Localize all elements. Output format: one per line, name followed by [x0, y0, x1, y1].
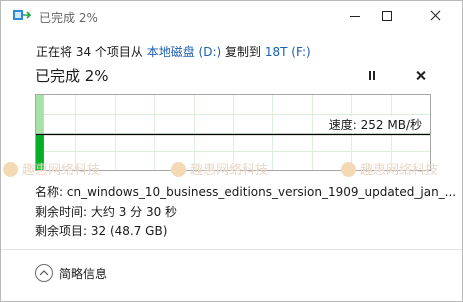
time-remaining-row: 剩余时间: 大约 3 分 30 秒 [35, 203, 177, 220]
watermark: 趣惠网络科技 [341, 159, 438, 178]
items-value: 32 (48.7 GB) [90, 224, 168, 238]
copy-progress-dialog: 已完成 2% 正在将 34 个项目从 本地磁盘 (D:) 复制到 18T (F:… [0, 0, 463, 302]
chevron-up-icon [35, 264, 53, 282]
progress-title: 已完成 2% [35, 67, 109, 85]
watermark: 趣惠网络科技 [171, 159, 268, 178]
speed-label: 速度: 252 MB/秒 [326, 116, 424, 133]
pause-icon[interactable] [364, 67, 380, 85]
less-details-label: 简略信息 [59, 267, 108, 281]
minimize-button[interactable] [341, 3, 369, 29]
close-icon[interactable] [412, 67, 430, 85]
title-bar: 已完成 2% [1, 1, 462, 31]
items-label: 剩余项目: [35, 224, 88, 238]
operation-middle: 复制到 [225, 45, 262, 59]
window-title: 已完成 2% [39, 11, 98, 25]
items-remaining-row: 剩余项目: 32 (48.7 GB) [35, 222, 167, 239]
operation-description: 正在将 34 个项目从 本地磁盘 (D:) 复制到 18T (F:) [36, 43, 311, 60]
divider [1, 249, 462, 250]
watermark-strip: 趣惠网络科技 趣惠网络科技 趣惠网络科技 [1, 159, 462, 185]
operation-prefix: 正在将 34 个项目从 [36, 45, 143, 59]
close-window-button[interactable] [422, 3, 450, 29]
time-label: 剩余时间: [35, 205, 88, 219]
destination-link[interactable]: 18T (F:) [265, 45, 311, 59]
name-label: 名称: [35, 185, 64, 199]
time-value: 大约 3 分 30 秒 [90, 205, 178, 219]
name-value: cn_windows_10_business_editions_version_… [66, 185, 457, 199]
maximize-button[interactable] [373, 3, 401, 29]
copy-progress-icon [13, 10, 31, 20]
source-link[interactable]: 本地磁盘 (D:) [147, 45, 221, 59]
watermark: 趣惠网络科技 [3, 159, 100, 178]
file-name-row: 名称: cn_windows_10_business_editions_vers… [35, 183, 456, 200]
